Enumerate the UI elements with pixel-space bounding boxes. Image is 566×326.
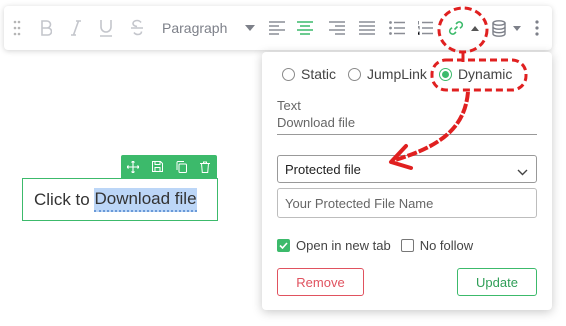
align-justify-icon[interactable] — [358, 6, 376, 50]
chevron-down-icon — [517, 164, 528, 179]
text-block[interactable]: Click to Download file — [22, 178, 218, 221]
link-text-field[interactable]: Download file — [277, 115, 537, 135]
radio-static[interactable] — [282, 67, 295, 81]
database-chevron-icon[interactable] — [512, 6, 522, 50]
copy-icon[interactable] — [169, 155, 193, 178]
no-follow-checkbox[interactable] — [400, 239, 414, 252]
link-type-dynamic[interactable]: Dynamic — [438, 66, 513, 82]
file-source-select[interactable]: Protected file — [277, 155, 537, 183]
align-right-icon[interactable] — [328, 6, 346, 50]
no-follow-option[interactable]: No follow — [400, 238, 474, 253]
paragraph-select[interactable]: Paragraph — [162, 6, 236, 50]
no-follow-label: No follow — [419, 238, 474, 253]
chevron-down-icon[interactable] — [244, 6, 256, 50]
link-type-jumplink[interactable]: JumpLink — [348, 66, 427, 82]
file-source-value: Protected file — [285, 161, 361, 177]
italic-icon[interactable] — [68, 6, 84, 50]
text-field-label: Text — [277, 98, 301, 113]
drag-handle-icon[interactable] — [10, 6, 24, 50]
open-new-tab-checkbox[interactable] — [277, 239, 290, 252]
database-icon[interactable] — [490, 6, 508, 50]
strikethrough-icon[interactable] — [128, 6, 146, 50]
delete-icon[interactable] — [193, 155, 217, 178]
text-before-selection: Click to — [34, 189, 95, 209]
radio-jumplink[interactable] — [348, 67, 362, 81]
bold-icon[interactable] — [38, 6, 54, 50]
link-type-static-label: Static — [301, 66, 337, 82]
paragraph-label: Paragraph — [162, 20, 228, 36]
more-vertical-icon[interactable] — [532, 6, 542, 50]
link-settings-popover: Static JumpLink Dynamic Text Download fi… — [262, 52, 552, 310]
link-type-group: Static JumpLink Dynamic — [282, 66, 524, 82]
align-left-icon[interactable] — [268, 6, 286, 50]
move-icon[interactable] — [121, 155, 145, 178]
selected-link-text[interactable]: Download file — [94, 187, 197, 212]
open-new-tab-label: Open in new tab — [296, 238, 391, 253]
update-button[interactable]: Update — [457, 268, 537, 296]
underline-icon[interactable] — [97, 6, 115, 50]
protected-file-name-placeholder: Your Protected File Name — [285, 195, 434, 211]
block-controls — [121, 155, 217, 178]
save-icon[interactable] — [145, 155, 169, 178]
link-type-jumplink-label: JumpLink — [367, 66, 427, 82]
caret-up-icon[interactable] — [470, 6, 480, 50]
open-new-tab-option[interactable]: Open in new tab — [277, 238, 391, 253]
link-type-static[interactable]: Static — [282, 66, 336, 82]
link-options: Open in new tab No follow — [277, 238, 483, 253]
link-icon[interactable] — [446, 6, 466, 50]
editor-toolbar: Paragraph — [4, 6, 552, 50]
bulleted-list-icon[interactable] — [388, 6, 406, 50]
align-center-icon[interactable] — [296, 6, 314, 50]
link-type-dynamic-label: Dynamic — [457, 66, 513, 82]
radio-dynamic[interactable] — [438, 67, 452, 81]
remove-button[interactable]: Remove — [277, 268, 364, 296]
numbered-list-icon[interactable] — [416, 6, 434, 50]
protected-file-name-input[interactable]: Your Protected File Name — [277, 188, 537, 218]
